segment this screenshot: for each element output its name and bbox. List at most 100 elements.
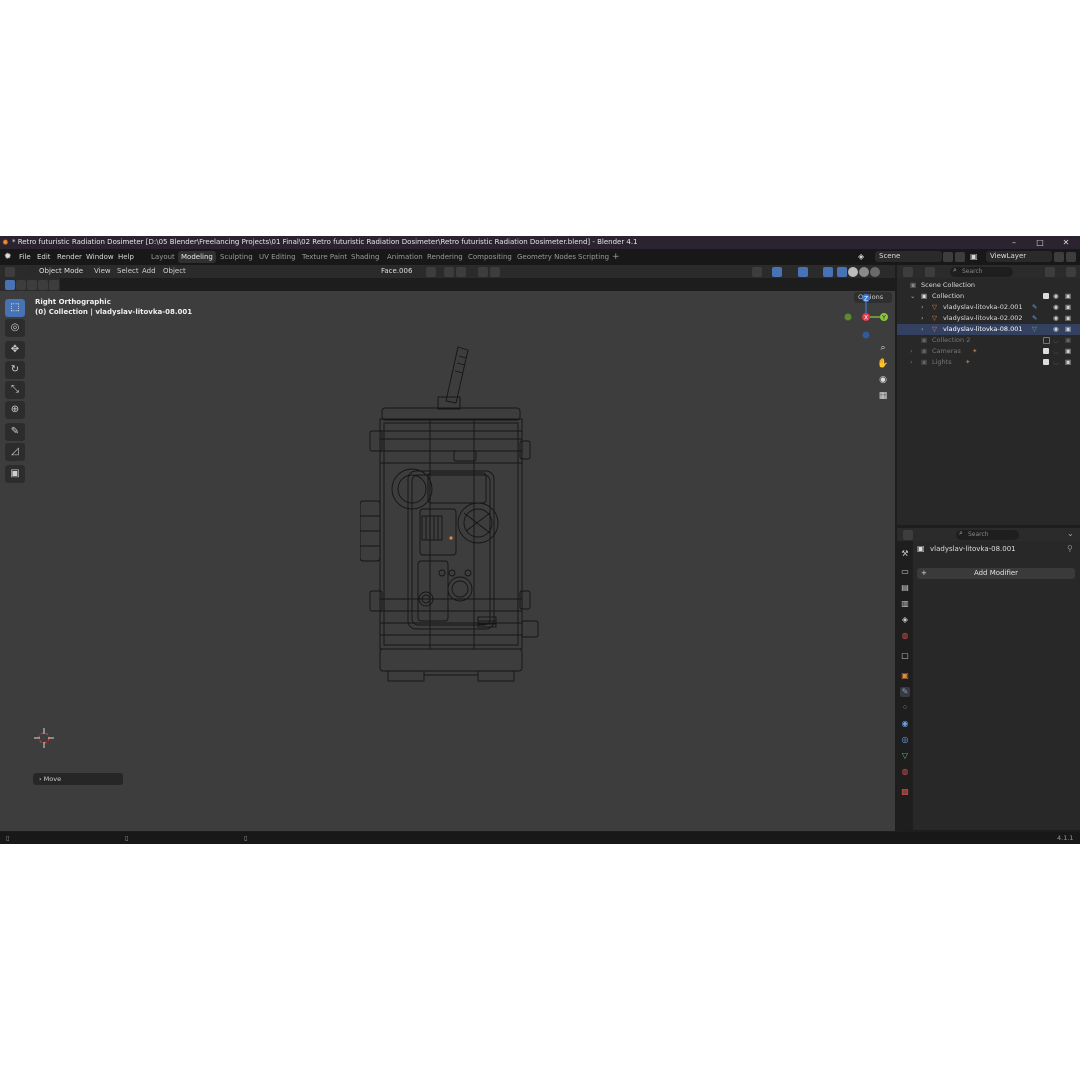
add-cube-tool[interactable]: ▣ <box>5 465 25 483</box>
output-tab-icon[interactable]: ▤ <box>900 583 910 593</box>
snap-toggle-button[interactable] <box>444 267 454 277</box>
camera-icon[interactable]: ▣ <box>1065 324 1071 335</box>
eye-icon[interactable]: ◉ <box>1053 324 1059 335</box>
dosimeter-wireframe-model[interactable] <box>360 341 550 701</box>
scene-icon[interactable]: ◈ <box>858 249 864 265</box>
exclude-checkbox[interactable] <box>1043 337 1050 344</box>
list-item-object-2[interactable]: › ▽ vladyslav-litovka-02.002 ✎ ◉ ▣ <box>897 313 1080 324</box>
solid-shading-button[interactable] <box>848 267 858 277</box>
view-layer-field[interactable]: ViewLayer <box>986 251 1052 262</box>
modifier-tab-icon[interactable]: ✎ <box>900 687 910 697</box>
camera-icon[interactable]: ▣ <box>1065 357 1071 368</box>
gizmo-toggle-button[interactable] <box>772 267 782 277</box>
list-item-collection-2[interactable]: ▣ Collection 2 ◡ ▣ <box>897 335 1080 346</box>
material-shading-button[interactable] <box>859 267 869 277</box>
tab-animation[interactable]: Animation <box>384 251 426 263</box>
render-tab-icon[interactable]: ▭ <box>900 567 910 577</box>
menu-render[interactable]: Render <box>57 249 82 265</box>
eye-icon[interactable]: ◉ <box>1053 291 1059 302</box>
transform-orientation-field[interactable]: Face.006 <box>377 266 422 277</box>
eye-icon[interactable]: ◉ <box>1053 302 1059 313</box>
proportional-edit-button[interactable] <box>478 267 488 277</box>
close-button[interactable]: ✕ <box>1056 236 1076 249</box>
delete-view-layer-button[interactable] <box>1066 252 1076 262</box>
constraints-tab-icon[interactable]: ◎ <box>900 735 910 745</box>
camera-icon[interactable]: ▣ <box>1065 313 1071 324</box>
wrench-icon[interactable]: ✎ <box>1032 302 1037 313</box>
data-tab-icon[interactable]: ▽ <box>900 751 910 761</box>
annotate-tool[interactable]: ✎ <box>5 423 25 441</box>
blender-menu-icon[interactable]: ✹ <box>4 249 12 265</box>
perspective-toggle-icon[interactable]: ▦ <box>876 389 890 403</box>
new-collection-button[interactable] <box>1066 267 1076 277</box>
menu-file[interactable]: File <box>19 249 31 265</box>
tab-scripting[interactable]: Scripting <box>575 251 612 263</box>
move-tool[interactable]: ✥ <box>5 341 25 359</box>
wrench-icon[interactable]: ✎ <box>1032 313 1037 324</box>
mesh-data-icon[interactable]: ▽ <box>1032 324 1037 335</box>
physics-tab-icon[interactable]: ◉ <box>900 719 910 729</box>
menu-edit[interactable]: Edit <box>37 249 51 265</box>
object-tab-icon[interactable]: ▣ <box>900 671 910 681</box>
filter-button[interactable] <box>1045 267 1055 277</box>
view-layer-icon[interactable]: ▣ <box>970 249 978 265</box>
outliner-editor-type-button[interactable] <box>903 267 913 277</box>
menu-view[interactable]: View <box>94 265 111 278</box>
exclude-checkbox[interactable] <box>1043 293 1049 299</box>
eye-closed-icon[interactable]: ◡ <box>1053 357 1059 368</box>
display-mode-button[interactable] <box>925 267 935 277</box>
collection-tab-icon[interactable]: ▢ <box>900 651 910 661</box>
list-item-cameras[interactable]: › ▣ Cameras ✦ ◡ ▣ <box>897 346 1080 357</box>
texture-tab-icon[interactable]: ▩ <box>900 787 910 797</box>
select-intersect-mode-button[interactable] <box>49 280 59 290</box>
menu-object[interactable]: Object <box>163 265 186 278</box>
camera-icon[interactable]: ▣ <box>1065 346 1071 357</box>
material-tab-icon[interactable]: ◍ <box>900 767 910 777</box>
exclude-checkbox[interactable] <box>1043 348 1049 354</box>
tab-layout[interactable]: Layout <box>148 251 178 263</box>
properties-editor-type-button[interactable] <box>903 530 913 540</box>
chevron-down-icon[interactable]: ⌄ <box>1067 529 1074 538</box>
select-extend-mode-button[interactable] <box>16 280 26 290</box>
overlay-toggle-button[interactable] <box>798 267 808 277</box>
chevron-down-icon[interactable]: ⌄ <box>910 291 915 302</box>
xray-toggle-button[interactable] <box>823 267 833 277</box>
list-item-scene-collection[interactable]: ▣ Scene Collection <box>897 280 1080 291</box>
camera-view-icon[interactable]: ◉ <box>876 373 890 387</box>
last-operator-panel[interactable]: › Move <box>33 773 123 785</box>
menu-help[interactable]: Help <box>118 249 134 265</box>
list-item-object-3-selected[interactable]: › ▽ vladyslav-litovka-08.001 ▽ ◉ ▣ <box>897 324 1080 335</box>
menu-window[interactable]: Window <box>86 249 114 265</box>
view-layer-tab-icon[interactable]: ▥ <box>900 599 910 609</box>
select-set-mode-button[interactable] <box>5 280 15 290</box>
scene-field[interactable]: Scene <box>875 251 942 262</box>
transform-tool[interactable]: ⊕ <box>5 401 25 419</box>
mode-selector[interactable]: Object Mode <box>26 266 87 277</box>
tab-texture-paint[interactable]: Texture Paint <box>299 251 350 263</box>
camera-icon[interactable]: ▣ <box>1065 302 1071 313</box>
chevron-right-icon[interactable]: › <box>910 346 913 357</box>
eye-closed-icon[interactable]: ◡ <box>1053 346 1059 357</box>
maximize-button[interactable]: □ <box>1030 236 1050 249</box>
add-workspace-button[interactable]: + <box>609 251 623 263</box>
gizmo-neg-y-axis[interactable] <box>844 313 852 321</box>
tab-modeling[interactable]: Modeling <box>178 251 216 263</box>
tab-uv-editing[interactable]: UV Editing <box>256 251 299 263</box>
chevron-right-icon[interactable]: › <box>910 357 913 368</box>
snap-target-button[interactable] <box>456 267 466 277</box>
3d-viewport[interactable]: Right Orthographic (0) Collection | vlad… <box>0 291 895 831</box>
new-view-layer-button[interactable] <box>1054 252 1064 262</box>
new-scene-button[interactable] <box>943 252 953 262</box>
exclude-checkbox[interactable] <box>1043 359 1049 365</box>
minimize-button[interactable]: – <box>1004 236 1024 249</box>
list-item-object-1[interactable]: › ▽ vladyslav-litovka-02.001 ✎ ◉ ▣ <box>897 302 1080 313</box>
menu-add[interactable]: Add <box>142 265 156 278</box>
measure-tool[interactable]: ◿ <box>5 443 25 461</box>
pan-hand-icon[interactable]: ✋ <box>876 357 890 371</box>
cursor-tool[interactable]: ◎ <box>5 319 25 337</box>
scale-tool[interactable]: ⤡ <box>5 381 25 399</box>
world-tab-icon[interactable]: ◍ <box>900 631 910 641</box>
rotate-tool[interactable]: ↻ <box>5 361 25 379</box>
camera-icon[interactable]: ▣ <box>1065 335 1071 346</box>
pivot-point-button[interactable] <box>426 267 436 277</box>
